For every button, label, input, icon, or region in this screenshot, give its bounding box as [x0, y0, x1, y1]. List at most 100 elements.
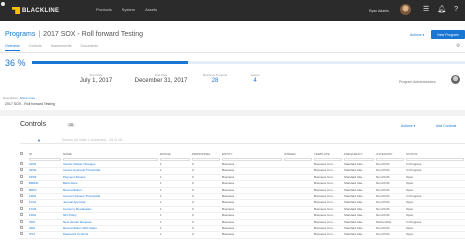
row-checkbox[interactable] — [20, 213, 23, 217]
cell-owner — [283, 231, 313, 239]
controls-actions-menu[interactable]: Actions ▾ — [401, 124, 415, 128]
controls-table: ID NAME RANGE PERSONNEL ENTITY OWNER TEM… — [19, 150, 465, 239]
nav-item-products[interactable]: Products — [96, 7, 112, 12]
stat-issues[interactable]: Issues 4 — [240, 73, 270, 84]
add-controls-button[interactable]: Add Controls — [436, 124, 456, 128]
select-all-checkbox[interactable] — [20, 151, 23, 155]
row-checkbox[interactable] — [20, 162, 23, 165]
cell-template: Business Con... — [313, 231, 343, 239]
column-header-status[interactable]: STATUS — [405, 150, 465, 157]
column-header-owner[interactable]: OWNER — [283, 150, 313, 157]
row-checkbox[interactable] — [20, 174, 23, 178]
row-checkbox[interactable] — [20, 194, 23, 198]
column-filter-input[interactable] — [344, 158, 374, 161]
window-corner-dot — [1, 2, 5, 6]
controls-count-badge: 28 — [67, 123, 75, 127]
controls-search-input[interactable]: Search (at least 1 character) - 28 of 28 — [62, 138, 122, 142]
column-filter-input[interactable] — [192, 158, 220, 161]
brand-logo-mark-icon — [12, 7, 20, 14]
cell-id[interactable]: IT01 — [28, 231, 62, 239]
stat-value: 4 — [253, 78, 257, 84]
top-icon-group: ☰ 🔔︎ ? — [423, 6, 458, 13]
help-icon[interactable]: ? — [454, 6, 458, 13]
description-text: 2017 SOX - Roll forward Testing — [5, 102, 55, 106]
stat-value: 28 — [211, 78, 219, 84]
row-checkbox[interactable] — [20, 219, 23, 223]
tab-controls[interactable]: Controls — [29, 44, 42, 51]
progress-percent: 36 % — [5, 58, 26, 68]
row-checkbox[interactable] — [20, 168, 23, 172]
brand-logo[interactable]: BLACKLINE — [12, 7, 59, 14]
column-header-select — [19, 150, 28, 157]
breadcrumb-separator-icon: | — [38, 31, 41, 38]
cell-range: 1 — [159, 231, 191, 239]
column-filter-input[interactable] — [376, 158, 404, 161]
stat-label: Start Date — [89, 73, 103, 77]
nav-item-system[interactable]: System — [122, 7, 135, 12]
breadcrumb-programs[interactable]: Programs — [5, 31, 35, 38]
cell-frequency: Standard Atte... — [343, 231, 375, 239]
program-admins-label: Program Administrators — [399, 80, 436, 84]
column-header-frequency[interactable]: FREQUENCY — [343, 150, 375, 157]
settings-icon[interactable]: ⚙ — [456, 43, 460, 49]
page-title: Programs | 2017 SOX - Roll forward Testing — [5, 31, 143, 38]
column-header-category[interactable]: CATEGORY — [375, 150, 405, 157]
cell-entity: Business — [221, 231, 283, 239]
column-filter-input[interactable] — [314, 158, 342, 161]
column-header-template[interactable]: TEMPLATE — [313, 150, 343, 157]
cell-select — [19, 231, 28, 239]
row-checkbox[interactable] — [20, 226, 23, 230]
progress-bar — [32, 61, 465, 64]
cell-name[interactable]: Password Controls — [62, 231, 159, 239]
tab-overview[interactable]: Overview — [5, 44, 20, 51]
user-avatar[interactable] — [400, 4, 411, 15]
main-nav: Products System Assets — [96, 7, 157, 12]
admin-avatar[interactable] — [451, 75, 460, 84]
row-checkbox[interactable] — [20, 206, 23, 210]
user-name[interactable]: Ryan Adams — [369, 9, 389, 13]
stat-label: Business Controls — [202, 73, 228, 77]
row-checkbox[interactable] — [20, 200, 23, 204]
description-show-more-link[interactable]: Show more — [20, 96, 35, 100]
row-checkbox[interactable] — [20, 232, 23, 236]
progress-bar-fill — [32, 61, 188, 64]
column-filter-input[interactable] — [406, 158, 464, 161]
header-actions-label: Actions — [410, 33, 422, 37]
column-header-name[interactable]: NAME — [62, 150, 159, 157]
column-filter-input[interactable] — [63, 158, 158, 161]
section-divider — [0, 110, 465, 116]
column-header-personnel[interactable]: PERSONNEL — [191, 150, 221, 157]
description-label: Description Show more — [3, 96, 35, 100]
controls-actions-label: Actions — [401, 124, 413, 128]
column-filter-input[interactable] — [29, 158, 61, 161]
controls-title: Controls — [20, 121, 47, 128]
menu-icon[interactable]: ☰ — [423, 6, 429, 13]
column-header-id[interactable]: ID — [28, 150, 62, 157]
column-filter-input[interactable] — [160, 158, 190, 161]
program-name: 2017 SOX - Roll forward Testing — [43, 31, 144, 38]
table-header-row: ID NAME RANGE PERSONNEL ENTITY OWNER TEM… — [19, 150, 465, 157]
stat-label: Issues — [250, 73, 260, 77]
table-row[interactable]: IT01 Password Controls 1 0 Business Business … — [19, 231, 465, 239]
bell-icon[interactable]: 🔔︎ — [437, 6, 446, 13]
top-navigation-bar: BLACKLINE Products System Assets Ryan Ad… — [0, 0, 465, 21]
stat-value: July 1, 2017 — [79, 78, 113, 84]
stat-start-date: Start Date July 1, 2017 — [67, 73, 125, 84]
column-header-entity[interactable]: ENTITY — [221, 150, 283, 157]
controls-table-body: AP01 Vendor Master Changes 1 0 Business Busin… — [19, 162, 465, 239]
row-checkbox[interactable] — [20, 187, 23, 191]
search-underline — [20, 143, 465, 144]
new-program-button[interactable]: New Program — [431, 30, 465, 39]
tab-documents[interactable]: Documents — [80, 44, 98, 51]
brand-name: BLACKLINE — [22, 7, 60, 14]
tab-assessments[interactable]: Assessments — [51, 44, 72, 51]
column-filter-input[interactable] — [222, 158, 282, 161]
column-filter-input[interactable] — [284, 158, 312, 161]
stat-business-controls[interactable]: Business Controls 28 — [185, 73, 245, 84]
row-checkbox[interactable] — [20, 181, 23, 185]
cell-status: Open — [405, 231, 465, 239]
cell-personnel: 0 — [191, 231, 221, 239]
nav-item-assets[interactable]: Assets — [145, 7, 157, 12]
header-actions-menu[interactable]: Actions ▾ — [410, 33, 424, 37]
column-header-range[interactable]: RANGE — [159, 150, 191, 157]
